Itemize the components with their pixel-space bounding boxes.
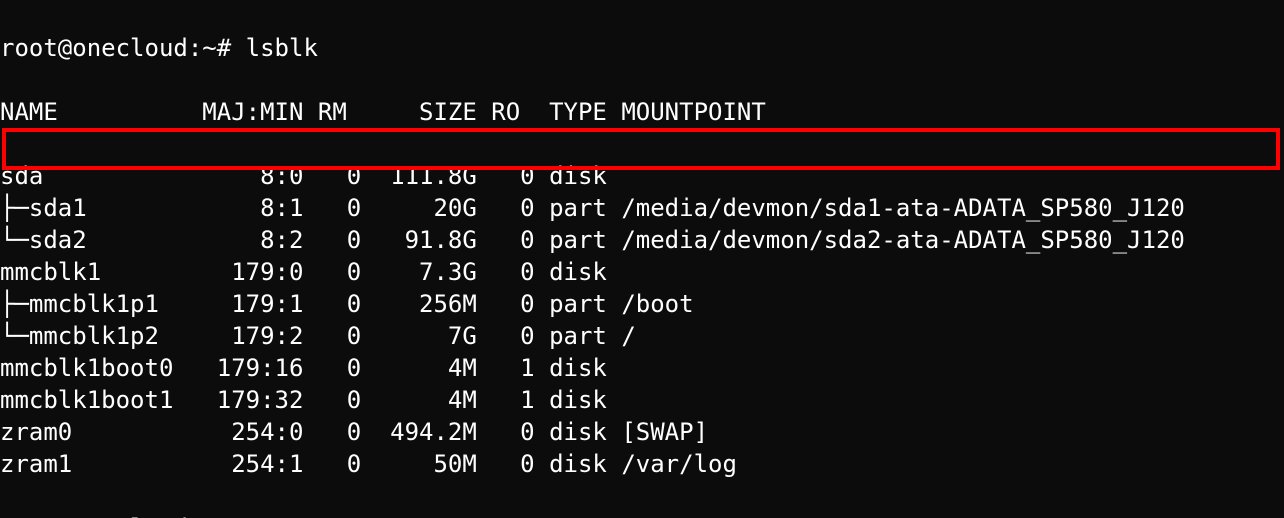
lsblk-row: mmcblk1boot1 179:32 0 4M 1 disk xyxy=(0,384,1284,416)
lsblk-row: mmcblk1 179:0 0 7.3G 0 disk xyxy=(0,256,1284,288)
lsblk-row: └─sda2 8:2 0 91.8G 0 part /media/devmon/… xyxy=(0,224,1284,256)
lsblk-header: NAME MAJ:MIN RM SIZE RO TYPE MOUNTPOINT xyxy=(0,96,1284,128)
lsblk-row: ├─mmcblk1p1 179:1 0 256M 0 part /boot xyxy=(0,288,1284,320)
prompt-line-2: root@onecloud:~# xyxy=(0,512,1284,518)
lsblk-row: zram1 254:1 0 50M 0 disk /var/log xyxy=(0,448,1284,480)
prompt-line-1: root@onecloud:~# lsblk xyxy=(0,32,1284,64)
lsblk-row: mmcblk1boot0 179:16 0 4M 1 disk xyxy=(0,352,1284,384)
lsblk-row: zram0 254:0 0 494.2M 0 disk [SWAP] xyxy=(0,416,1284,448)
command-text: lsblk xyxy=(246,34,318,62)
lsblk-row: ├─sda1 8:1 0 20G 0 part /media/devmon/sd… xyxy=(0,192,1284,224)
prompt-path: :~# xyxy=(188,514,231,518)
terminal-output[interactable]: root@onecloud:~# lsblk NAME MAJ:MIN RM S… xyxy=(0,0,1284,518)
prompt-path: :~# xyxy=(188,34,231,62)
prompt-user-host: root@onecloud xyxy=(0,34,188,62)
lsblk-row: └─mmcblk1p2 179:2 0 7G 0 part / xyxy=(0,320,1284,352)
prompt-user-host: root@onecloud xyxy=(0,514,188,518)
lsblk-row: sda 8:0 0 111.8G 0 disk xyxy=(0,160,1284,192)
